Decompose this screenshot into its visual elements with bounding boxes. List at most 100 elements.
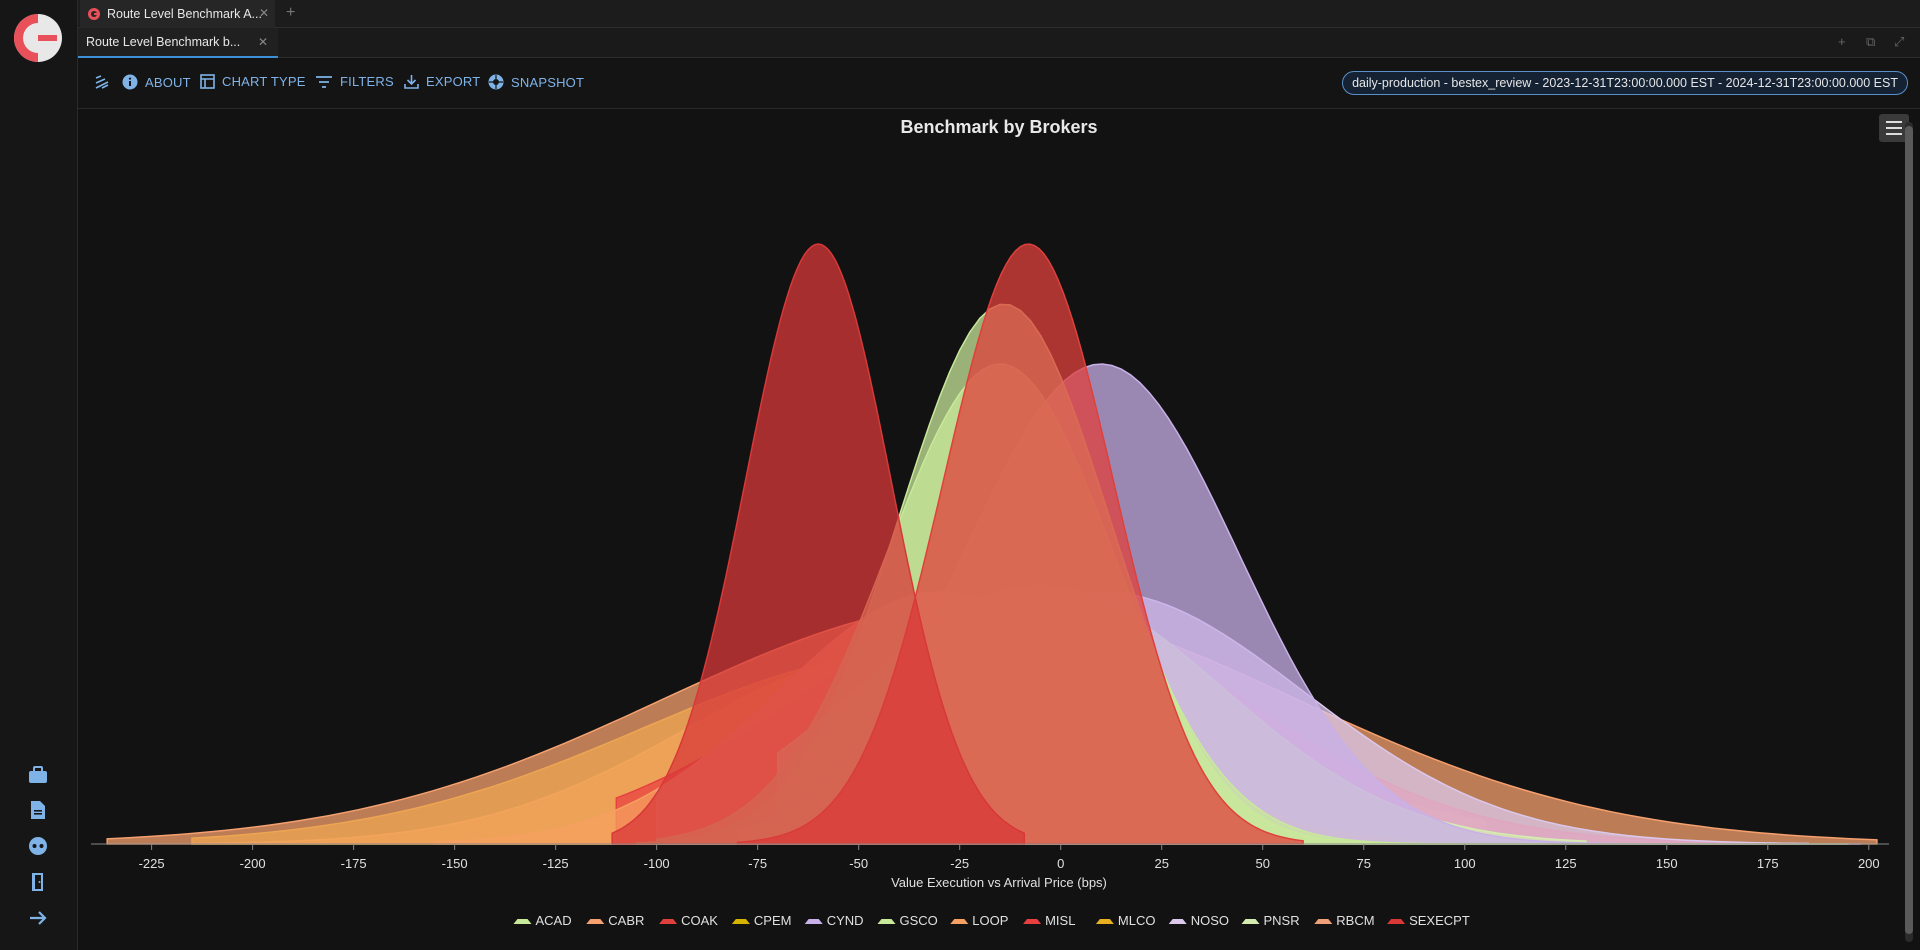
app-logo-small-icon <box>88 8 100 20</box>
series-areas <box>106 243 1878 845</box>
legend-swatch <box>1241 919 1260 924</box>
x-tick-label: 200 <box>1858 856 1880 871</box>
x-tick-label: -50 <box>849 856 868 871</box>
legend-label: SEXECPT <box>1409 913 1470 928</box>
legend-item-noso[interactable]: NOSO <box>1168 913 1229 928</box>
filters-label: FILTERS <box>340 74 394 89</box>
maximize-icon[interactable]: ⤢ <box>1894 34 1904 50</box>
chart-type-button[interactable]: CHART TYPE <box>200 74 306 89</box>
x-tick-label: -75 <box>748 856 767 871</box>
legend-label: ACAD <box>536 913 572 928</box>
download-icon <box>404 75 419 89</box>
legend-item-misl[interactable]: MISL <box>1023 913 1075 928</box>
legend-label: GSCO <box>900 913 938 928</box>
app-window: Route Level Benchmark A... ✕ + Route Lev… <box>0 0 1920 950</box>
legend-label: MISL <box>1045 913 1075 928</box>
chart-title: Benchmark by Brokers <box>900 117 1097 137</box>
export-label: EXPORT <box>426 74 481 89</box>
legend-swatch <box>804 919 823 924</box>
x-tick-label: -225 <box>139 856 165 871</box>
exit-door-icon[interactable] <box>26 870 50 894</box>
legend-label: CYND <box>827 913 864 928</box>
x-tick-label: -150 <box>442 856 468 871</box>
context-pill[interactable]: daily-production - bestex_review - 2023-… <box>1342 71 1908 95</box>
vertical-scrollbar[interactable] <box>1905 122 1913 942</box>
legend-item-cpem[interactable]: CPEM <box>731 913 792 928</box>
x-tick-label: 175 <box>1757 856 1779 871</box>
arrow-right-icon[interactable] <box>26 906 50 930</box>
legend-swatch <box>1023 919 1042 924</box>
legend-swatch <box>513 919 532 924</box>
legend-swatch <box>1387 919 1406 924</box>
legend-swatch <box>1168 919 1187 924</box>
legend-item-sexecpt[interactable]: SEXECPT <box>1387 913 1470 928</box>
legend-label: RBCM <box>1336 913 1374 928</box>
legend-label: NOSO <box>1191 913 1229 928</box>
legend-item-acad[interactable]: ACAD <box>513 913 572 928</box>
x-axis-ticks: -225 -200 -175 -150 -125 -100 -75 -50 -25 0 25 50 75… <box>139 844 1880 871</box>
add-panel-icon[interactable]: + <box>1838 34 1846 49</box>
filter-icon <box>316 75 332 88</box>
chart-type-label: CHART TYPE <box>222 74 306 89</box>
legend-swatch <box>659 919 678 924</box>
info-icon <box>122 74 138 90</box>
x-tick-label: 125 <box>1555 856 1577 871</box>
settings-sliders-icon[interactable] <box>94 74 117 90</box>
camera-aperture-icon <box>488 74 504 90</box>
x-tick-label: -125 <box>543 856 569 871</box>
close-icon[interactable]: ✕ <box>258 35 268 49</box>
outer-tab[interactable]: Route Level Benchmark A... ✕ <box>80 0 275 28</box>
inner-tab-bar: Route Level Benchmark b... ✕ + ⧉ ⤢ <box>78 28 1920 58</box>
table-icon <box>200 74 215 89</box>
outer-tab-bar: Route Level Benchmark A... ✕ + <box>78 0 1920 28</box>
legend-label: CABR <box>608 913 644 928</box>
legend-item-mlco[interactable]: MLCO <box>1095 913 1156 928</box>
filters-button[interactable]: FILTERS <box>315 74 394 89</box>
pop-out-icon[interactable]: ⧉ <box>1866 34 1875 50</box>
legend-label: COAK <box>681 913 718 928</box>
x-tick-label: -175 <box>341 856 367 871</box>
document-icon[interactable] <box>26 798 50 822</box>
legend-item-gsco[interactable]: GSCO <box>877 913 938 928</box>
x-axis-label: Value Execution vs Arrival Price (bps) <box>891 875 1107 890</box>
chart-panel: Benchmark by Brokers -225 -200 -175 -150 -12… <box>79 110 1920 950</box>
legend-swatch <box>731 919 750 924</box>
legend-item-cynd[interactable]: CYND <box>804 913 864 928</box>
x-tick-label: 150 <box>1656 856 1678 871</box>
snapshot-button[interactable]: SNAPSHOT <box>488 74 584 90</box>
close-icon[interactable]: ✕ <box>259 6 269 20</box>
app-logo[interactable] <box>13 13 63 63</box>
inner-tab-title: Route Level Benchmark b... <box>86 35 241 49</box>
inner-tab[interactable]: Route Level Benchmark b... ✕ <box>78 28 278 58</box>
outer-tab-title: Route Level Benchmark A... <box>107 7 262 21</box>
chart-toolbar: ABOUT CHART TYPE FILTERS EXPORT SNAPSHOT… <box>78 59 1920 109</box>
briefcase-icon[interactable] <box>26 763 50 787</box>
snapshot-label: SNAPSHOT <box>511 74 585 90</box>
x-tick-label: 25 <box>1154 856 1168 871</box>
legend-item-pnsr[interactable]: PNSR <box>1241 913 1300 928</box>
density-chart[interactable]: Benchmark by Brokers -225 -200 -175 -150 -12… <box>79 110 1920 950</box>
legend-item-cabr[interactable]: CABR <box>586 913 644 928</box>
new-tab-icon[interactable]: + <box>286 4 295 22</box>
legend-swatch <box>1314 919 1333 924</box>
x-tick-label: 100 <box>1454 856 1476 871</box>
legend-label: MLCO <box>1118 913 1156 928</box>
robot-icon[interactable] <box>26 834 50 858</box>
legend-swatch <box>877 919 896 924</box>
legend-swatch <box>586 919 605 924</box>
legend-label: CPEM <box>754 913 792 928</box>
chart-legend: ACAD CABR COAK CPEM CYND GSCO LOOP MISL MLCO NOSO… <box>513 913 1470 928</box>
x-tick-label: -25 <box>950 856 969 871</box>
scrollbar-thumb[interactable] <box>1905 126 1913 934</box>
x-tick-label: 0 <box>1057 856 1064 871</box>
export-button[interactable]: EXPORT <box>404 74 480 89</box>
legend-item-rbcm[interactable]: RBCM <box>1314 913 1375 928</box>
legend-label: LOOP <box>972 913 1008 928</box>
legend-item-loop[interactable]: LOOP <box>950 913 1008 928</box>
legend-label: PNSR <box>1264 913 1300 928</box>
about-button[interactable]: ABOUT <box>122 74 191 90</box>
x-tick-label: 50 <box>1255 856 1269 871</box>
about-label: ABOUT <box>145 74 191 90</box>
legend-item-coak[interactable]: COAK <box>659 913 718 928</box>
x-tick-label: -200 <box>240 856 266 871</box>
